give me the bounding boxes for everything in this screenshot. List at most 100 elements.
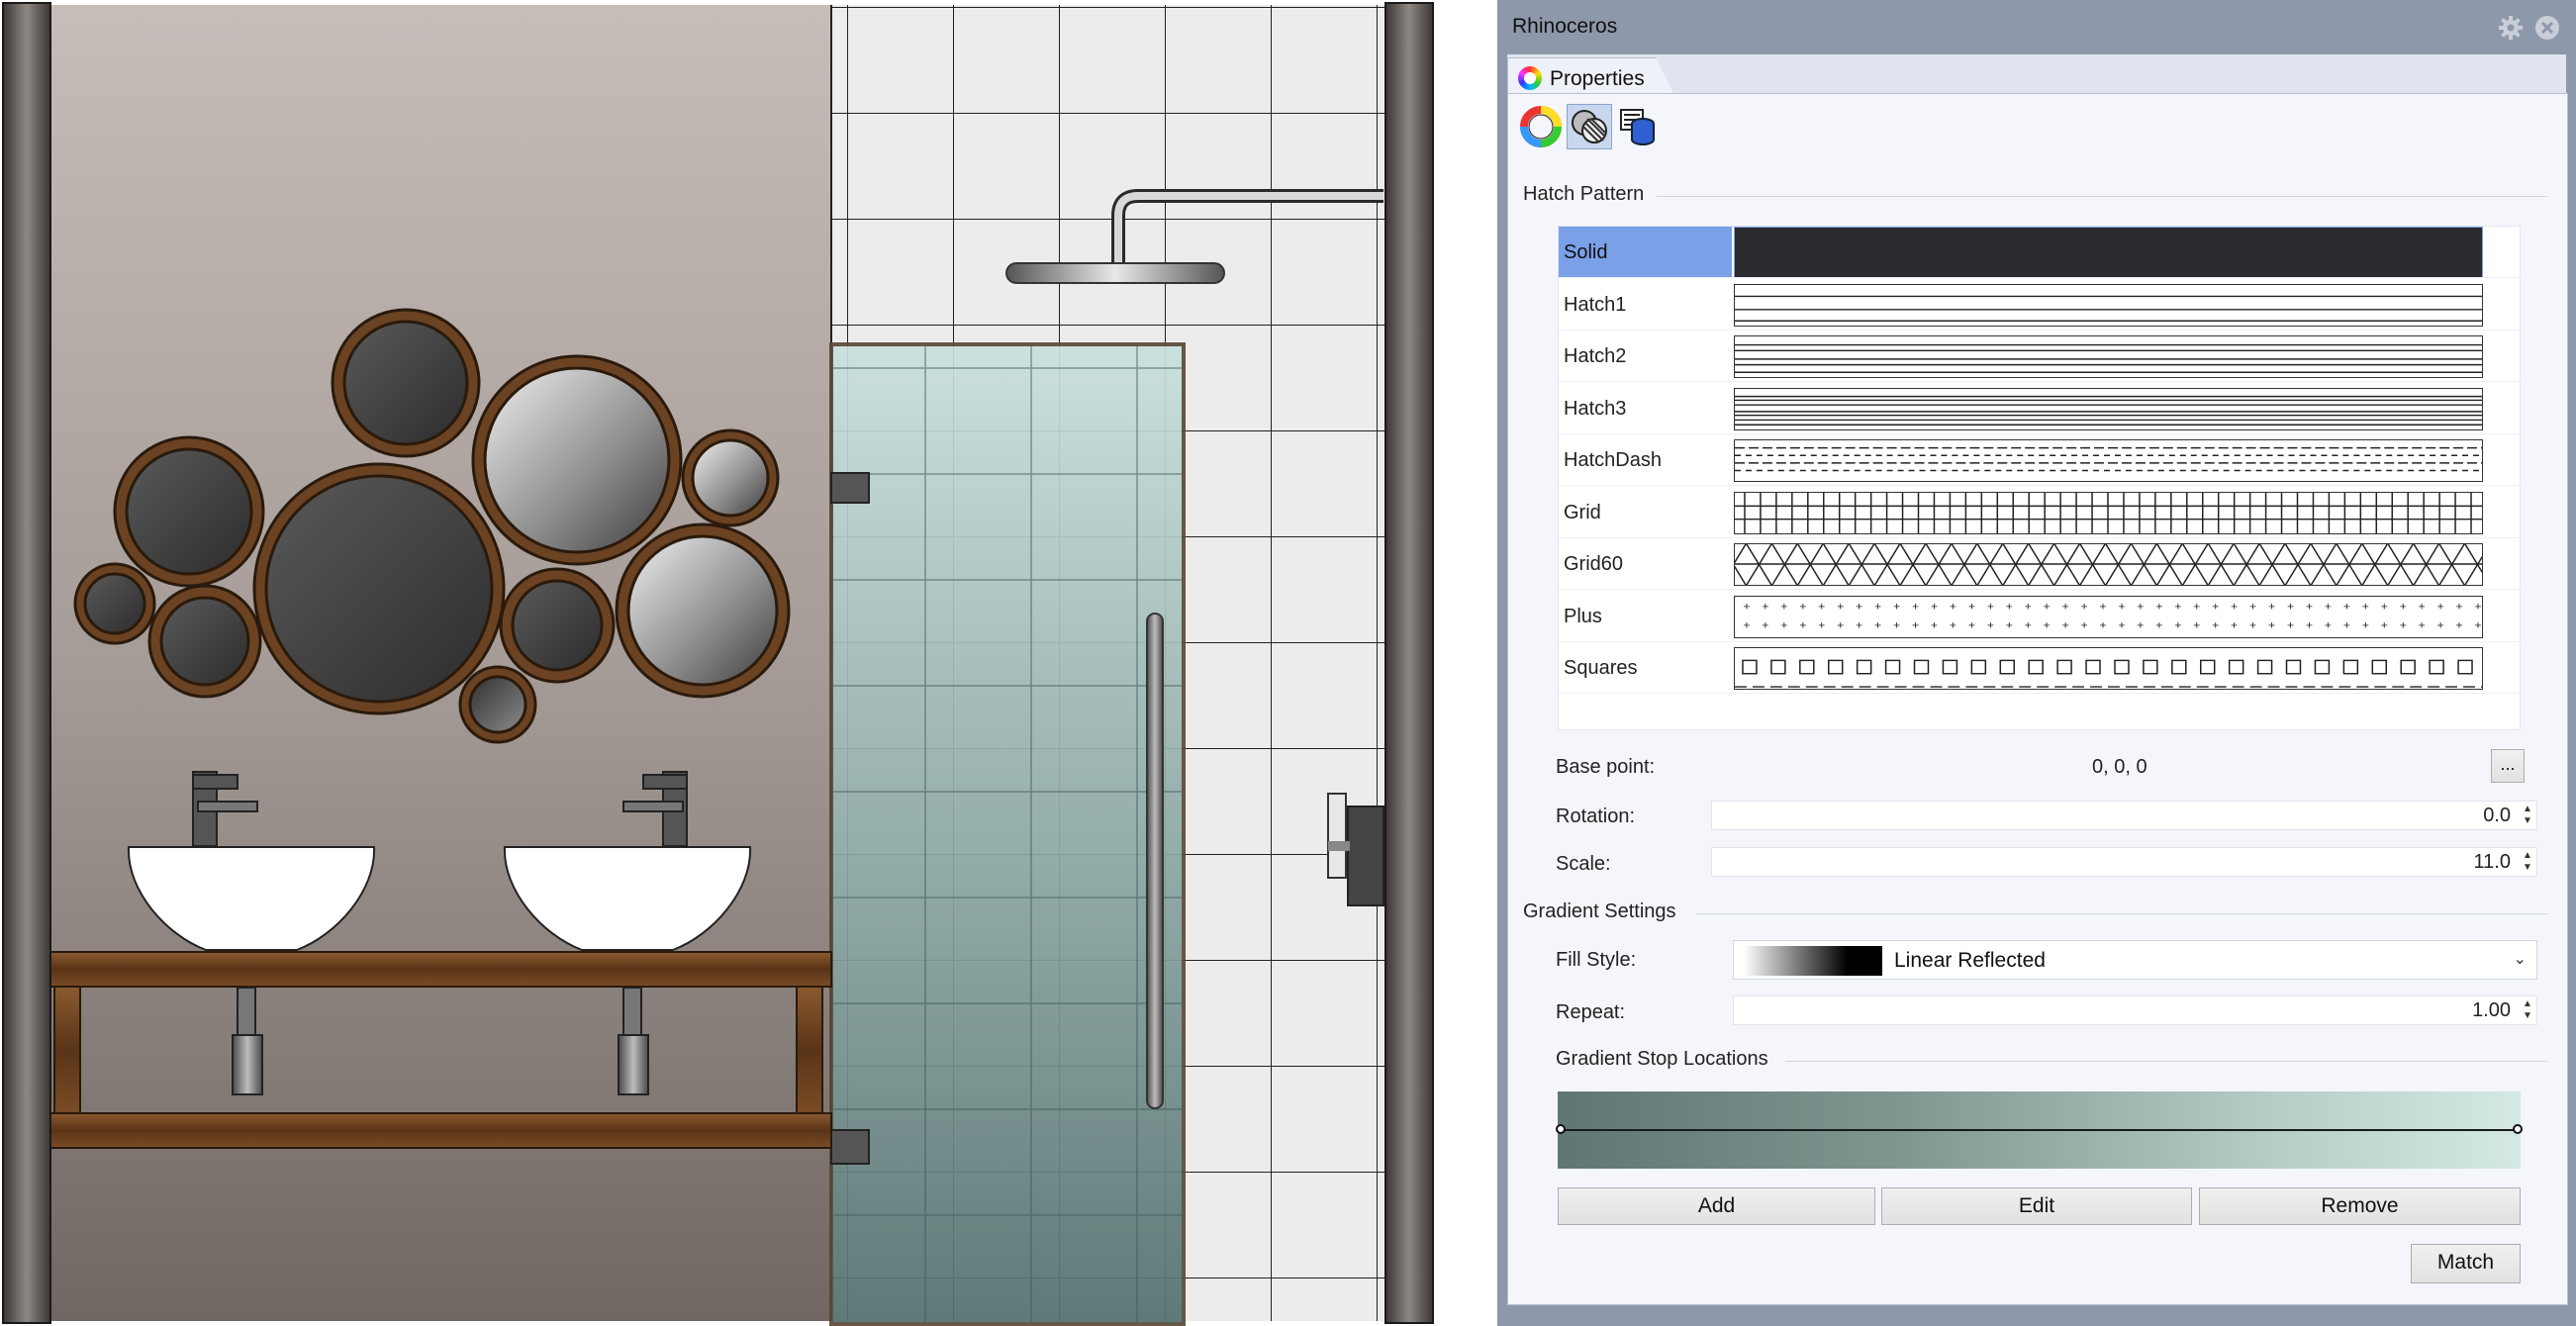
fill-style-preview: [1744, 946, 1882, 976]
remove-button[interactable]: Remove: [2199, 1187, 2521, 1225]
svg-text:+: +: [1799, 618, 1806, 631]
svg-text:+: +: [1912, 618, 1919, 631]
svg-text:+: +: [2287, 618, 2294, 631]
svg-text:+: +: [1743, 600, 1750, 613]
match-button[interactable]: Match: [2411, 1244, 2521, 1283]
hatch-pattern-item[interactable]: Hatch3: [1559, 383, 2520, 434]
svg-text:+: +: [1968, 600, 1975, 613]
svg-text:+: +: [2212, 618, 2219, 631]
gradient-stop-end[interactable]: [2513, 1124, 2523, 1134]
hatch-pattern-swatch: [1734, 491, 2483, 534]
hatch-pattern-swatch: [1734, 439, 2483, 482]
svg-text:+: +: [2456, 618, 2463, 631]
object-properties-icon: [1620, 109, 1655, 145]
hatch-swatch-graphic: + + + + + + + + + + + + + + + + + + + + + + + + + + + + + + + + + + + + + + + +…: [1743, 600, 2481, 631]
svg-text:+: +: [2231, 618, 2238, 631]
svg-text:+: +: [1762, 618, 1768, 631]
hatch-pattern-name: Hatch2: [1564, 345, 1627, 367]
object-page-button[interactable]: [1615, 104, 1661, 149]
hatch-pattern-list[interactable]: Solid Hatch1 Hatch2 Hatch3 HatchDash Grid Grid…: [1558, 226, 2542, 730]
svg-text:+: +: [2044, 600, 2051, 613]
svg-text:+: +: [2137, 618, 2144, 631]
scale-input[interactable]: 11.0 ▲ ▼: [1711, 847, 2537, 877]
gradient-stop-start[interactable]: [1556, 1124, 1566, 1134]
hatch-pattern-title: Hatch Pattern: [1523, 183, 1645, 205]
svg-text:+: +: [2456, 600, 2463, 613]
svg-text:+: +: [1950, 618, 1956, 631]
svg-text:+: +: [1968, 618, 1975, 631]
fill-style-dropdown[interactable]: Linear Reflected ⌄: [1733, 940, 2537, 980]
svg-text:+: +: [2006, 618, 2013, 631]
svg-text:+: +: [2343, 618, 2350, 631]
svg-text:+: +: [1818, 618, 1825, 631]
rotation-input[interactable]: 0.0 ▲ ▼: [1711, 801, 2537, 830]
repeat-input[interactable]: 1.00 ▲ ▼: [1733, 995, 2537, 1025]
fill-style-label: Fill Style:: [1556, 949, 1637, 971]
svg-text:+: +: [1874, 600, 1881, 613]
svg-text:+: +: [1874, 618, 1881, 631]
hatch-page-button[interactable]: [1567, 104, 1612, 149]
svg-text:+: +: [2419, 618, 2426, 631]
tab-strip: Properties: [1507, 54, 2566, 97]
svg-text:+: +: [1931, 618, 1938, 631]
close-icon[interactable]: [2533, 14, 2561, 42]
section-divider: [1657, 196, 2547, 197]
hatch-pattern-item[interactable]: Grid60: [1559, 538, 2542, 590]
hatch-pattern-swatch: [1694, 543, 2542, 586]
svg-text:+: +: [2437, 600, 2444, 613]
svg-text:+: +: [1987, 600, 1994, 613]
hatch-pattern-item[interactable]: Solid: [1559, 227, 2520, 278]
gradient-settings-title: Gradient Settings: [1523, 900, 1676, 922]
repeat-value: 1.00: [2472, 999, 2511, 1021]
tab-properties[interactable]: Properties: [1507, 57, 1675, 97]
repeat-label: Repeat:: [1556, 1001, 1626, 1023]
right-column: [1384, 2, 1434, 1324]
svg-text:+: +: [2381, 618, 2388, 631]
hatch-pattern-item[interactable]: Grid: [1559, 487, 2520, 538]
edit-button[interactable]: Edit: [1881, 1187, 2192, 1225]
scale-value: 11.0: [2473, 851, 2511, 873]
hatch-pattern-item[interactable]: HatchDash: [1559, 434, 2520, 486]
hatch-pattern-name: Grid60: [1564, 553, 1624, 575]
window-title: Rhinoceros: [1512, 15, 1618, 38]
hatch-pattern-item[interactable]: Hatch2: [1559, 331, 2520, 382]
hatch-pattern-swatch: + + + + + + + + + + + + + + + + + + + + + + + + + + + + + + + + + + + + + + + +…: [1734, 595, 2483, 638]
svg-text:+: +: [2155, 618, 2162, 631]
pick-base-point-button[interactable]: ...: [2491, 749, 2525, 783]
hatch-swatch-graphic: [1735, 446, 2482, 472]
panel-titlebar[interactable]: Rhinoceros: [1497, 0, 2576, 54]
svg-text:+: +: [2137, 600, 2144, 613]
svg-text:+: +: [1856, 618, 1862, 631]
hatch-pattern-item[interactable]: Plus + + + + + + + + + + + + + + + + + + + + + + + + + + + + + + + + + + + +…: [1559, 591, 2520, 642]
svg-text:+: +: [2025, 600, 2032, 613]
hatch-pattern-item[interactable]: Squares: [1559, 642, 2520, 694]
viewport-render[interactable]: [0, 0, 1437, 1326]
svg-text:+: +: [1837, 618, 1844, 631]
svg-text:+: +: [2400, 600, 2407, 613]
material-page-button[interactable]: [1518, 104, 1564, 149]
svg-text:+: +: [1818, 600, 1825, 613]
rotation-spinner-icon[interactable]: ▲ ▼: [2521, 804, 2534, 827]
svg-text:+: +: [2100, 600, 2107, 613]
hatch-pattern-name: HatchDash: [1564, 449, 1662, 471]
hatch-swatch-graphic: [1735, 295, 2482, 322]
hatch-pattern-swatch: [1734, 387, 2483, 430]
svg-text:+: +: [2025, 618, 2032, 631]
hatch-pattern-item[interactable]: Hatch1: [1559, 279, 2520, 331]
svg-text:+: +: [2343, 600, 2350, 613]
base-point-label: Base point:: [1556, 756, 1656, 778]
svg-text:+: +: [2212, 600, 2219, 613]
svg-text:+: +: [1987, 618, 1994, 631]
gradient-stop-bar[interactable]: [1556, 1091, 2523, 1169]
gradient-stop-line: [1561, 1129, 2518, 1131]
gear-icon[interactable]: [2497, 14, 2525, 42]
repeat-spinner-icon[interactable]: ▲ ▼: [2521, 998, 2534, 1022]
add-button[interactable]: Add: [1558, 1187, 1875, 1225]
svg-text:+: +: [2381, 600, 2388, 613]
scale-spinner-icon[interactable]: ▲ ▼: [2521, 850, 2534, 874]
scale-label: Scale:: [1556, 853, 1611, 875]
svg-text:+: +: [1780, 600, 1787, 613]
svg-text:+: +: [1837, 600, 1844, 613]
svg-text:+: +: [1780, 618, 1787, 631]
rotation-label: Rotation:: [1556, 805, 1636, 827]
